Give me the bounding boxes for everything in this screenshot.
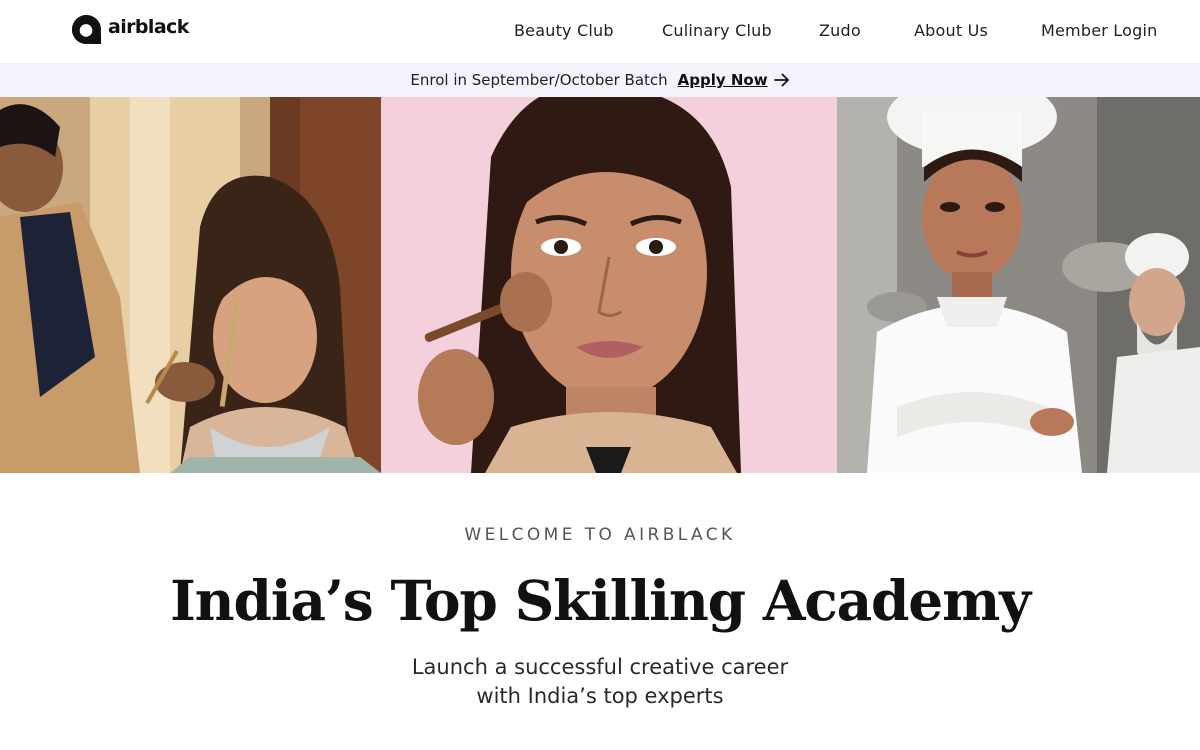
announcement-bar: Enrol in September/October Batch Apply N… (0, 63, 1200, 97)
hero-image-2 (381, 97, 837, 473)
nav-link-zudo[interactable]: Zudo (819, 21, 861, 40)
hero-image-strip (0, 97, 1200, 473)
hero-image-3 (837, 97, 1200, 473)
airblack-logo-icon (71, 14, 102, 44)
hero-image-chef (837, 97, 1200, 473)
page-subheadline: Launch a successful creative career with… (0, 653, 1200, 711)
announcement-text: Enrol in September/October Batch (410, 71, 668, 89)
page-headline: India’s Top Skilling Academy (170, 568, 1031, 633)
hero-image-1 (0, 97, 381, 473)
brand-name: airblack (108, 16, 189, 38)
top-navbar: airblack Beauty Club Culinary Club Zudo … (0, 0, 1200, 63)
nav-link-member-login[interactable]: Member Login (1041, 21, 1157, 40)
brand-logo[interactable]: airblack (71, 13, 189, 45)
welcome-eyebrow: WELCOME TO AIRBLACK (464, 525, 736, 545)
nav-link-about-us[interactable]: About Us (914, 21, 988, 40)
nav-link-culinary-club[interactable]: Culinary Club (662, 21, 772, 40)
apply-now-link[interactable]: Apply Now (678, 71, 790, 89)
nav-link-beauty-club[interactable]: Beauty Club (514, 21, 614, 40)
apply-now-label: Apply Now (677, 71, 768, 89)
subheadline-line-1: Launch a successful creative career (411, 655, 789, 679)
arrow-right-icon (773, 73, 789, 87)
hero-image-makeup-artist (0, 97, 381, 473)
subheadline-line-2: with India’s top experts (476, 684, 724, 708)
intro-section: WELCOME TO AIRBLACK India’s Top Skilling… (0, 473, 1200, 750)
hero-image-blush-application (381, 97, 837, 473)
